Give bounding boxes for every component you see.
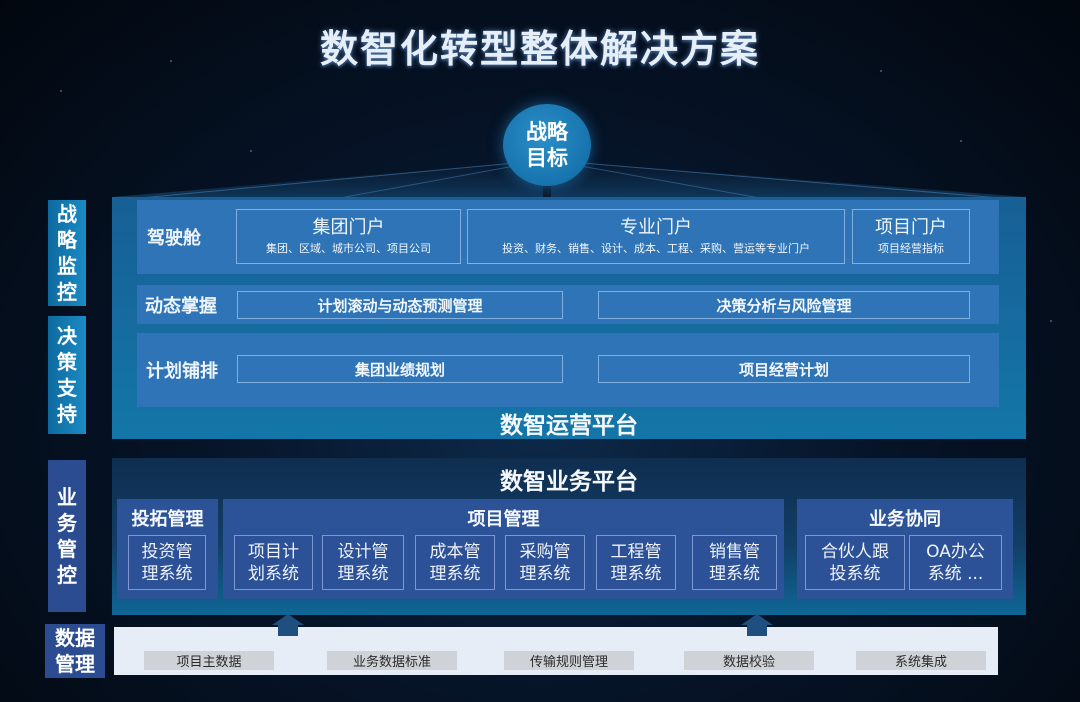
system-box[interactable]: 销售管 理系统 bbox=[692, 535, 777, 590]
system-box[interactable]: 设计管 理系统 bbox=[322, 535, 404, 590]
group-title: 项目管理 bbox=[467, 509, 540, 530]
portal-desc: 投资、财务、销售、设计、成本、工程、采购、营运等专业门户 bbox=[502, 241, 810, 255]
system-line: 理系统 bbox=[709, 563, 760, 584]
system-line: 投系统 bbox=[829, 563, 881, 584]
up-arrow-icon bbox=[272, 614, 304, 636]
portal-project[interactable]: 项目门户 项目经营指标 bbox=[852, 209, 970, 264]
group-performance-box[interactable]: 集团业绩规划 bbox=[237, 355, 563, 383]
system-box[interactable]: OA办公 系统 ... bbox=[909, 535, 1002, 590]
up-arrow-icon bbox=[741, 614, 773, 636]
strategic-goal-circle: 战略 目标 bbox=[503, 104, 591, 186]
system-line: OA办公 bbox=[926, 541, 985, 562]
side-line: 数据 bbox=[55, 626, 95, 650]
portal-name: 项目门户 bbox=[875, 216, 947, 238]
system-line: 合伙人跟 bbox=[821, 541, 889, 562]
side-char: 务 bbox=[57, 511, 77, 535]
data-chip[interactable]: 数据校验 bbox=[684, 651, 814, 670]
system-box[interactable]: 采购管 理系统 bbox=[505, 535, 585, 590]
side-char: 策 bbox=[57, 350, 77, 374]
side-char: 决 bbox=[57, 324, 77, 348]
portal-professional[interactable]: 专业门户 投资、财务、销售、设计、成本、工程、采购、营运等专业门户 bbox=[467, 209, 845, 264]
side-char: 业 bbox=[57, 485, 77, 509]
system-line: 理系统 bbox=[519, 563, 571, 584]
system-line: 划系统 bbox=[248, 563, 299, 584]
system-line: 成本管 bbox=[429, 541, 481, 562]
decision-risk-box[interactable]: 决策分析与风险管理 bbox=[598, 291, 970, 319]
portal-group[interactable]: 集团门户 集团、区域、城市公司、项目公司 bbox=[236, 209, 461, 264]
group-title: 投拓管理 bbox=[131, 509, 204, 530]
side-label-data-management: 数据 管理 bbox=[45, 624, 105, 678]
data-chip[interactable]: 项目主数据 bbox=[144, 651, 274, 670]
rolling-forecast-box[interactable]: 计划滚动与动态预测管理 bbox=[237, 291, 563, 319]
goal-line-2: 目标 bbox=[526, 146, 568, 170]
goal-line-1: 战略 bbox=[526, 120, 568, 144]
side-line: 管理 bbox=[55, 652, 95, 676]
side-char: 持 bbox=[57, 402, 77, 426]
page-title: 数智化转型整体解决方案 bbox=[319, 27, 760, 71]
system-box[interactable]: 工程管 理系统 bbox=[596, 535, 676, 590]
portal-name: 集团门户 bbox=[312, 216, 385, 238]
side-char: 支 bbox=[57, 376, 77, 400]
side-char: 控 bbox=[57, 563, 77, 587]
system-box[interactable]: 成本管 理系统 bbox=[415, 535, 495, 590]
system-box[interactable]: 合伙人跟 投系统 bbox=[805, 535, 905, 590]
system-line: 理系统 bbox=[610, 563, 662, 584]
system-line: 理系统 bbox=[141, 563, 193, 584]
dynamic-label: 动态掌握 bbox=[145, 295, 217, 317]
data-chip[interactable]: 传输规则管理 bbox=[504, 651, 634, 670]
side-label-decision-support: 决 策 支 持 bbox=[48, 316, 86, 434]
side-char: 战 bbox=[57, 202, 77, 226]
system-line: 采购管 bbox=[519, 541, 571, 562]
portal-name: 专业门户 bbox=[620, 216, 692, 238]
side-char: 监 bbox=[57, 254, 77, 278]
system-line: 工程管 bbox=[610, 541, 662, 562]
side-char: 管 bbox=[57, 537, 77, 561]
group-title: 业务协同 bbox=[869, 509, 941, 530]
system-line: 销售管 bbox=[709, 541, 760, 562]
system-line: 设计管 bbox=[337, 541, 389, 562]
portal-desc: 项目经营指标 bbox=[878, 241, 944, 255]
system-line: 理系统 bbox=[337, 563, 389, 584]
side-char: 略 bbox=[57, 228, 77, 252]
system-box[interactable]: 投资管 理系统 bbox=[128, 535, 206, 590]
data-chip[interactable]: 系统集成 bbox=[856, 651, 986, 670]
side-label-strategic-monitoring: 战 略 监 控 bbox=[48, 200, 86, 306]
ops-platform-title: 数智运营平台 bbox=[500, 413, 638, 439]
system-line: 理系统 bbox=[429, 563, 481, 584]
cockpit-label: 驾驶舱 bbox=[147, 228, 201, 249]
system-line: 投资管 bbox=[141, 541, 193, 562]
data-chip[interactable]: 业务数据标准 bbox=[327, 651, 457, 670]
side-label-business-control: 业 务 管 控 bbox=[48, 460, 86, 612]
biz-platform-title: 数智业务平台 bbox=[500, 469, 638, 495]
system-box[interactable]: 项目计 划系统 bbox=[234, 535, 313, 590]
project-plan-box[interactable]: 项目经营计划 bbox=[598, 355, 970, 383]
system-line: 项目计 bbox=[248, 541, 299, 562]
portal-desc: 集团、区域、城市公司、项目公司 bbox=[266, 241, 431, 255]
system-line: 系统 ... bbox=[927, 563, 984, 584]
planning-label: 计划铺排 bbox=[146, 361, 218, 382]
side-char: 控 bbox=[57, 280, 77, 304]
